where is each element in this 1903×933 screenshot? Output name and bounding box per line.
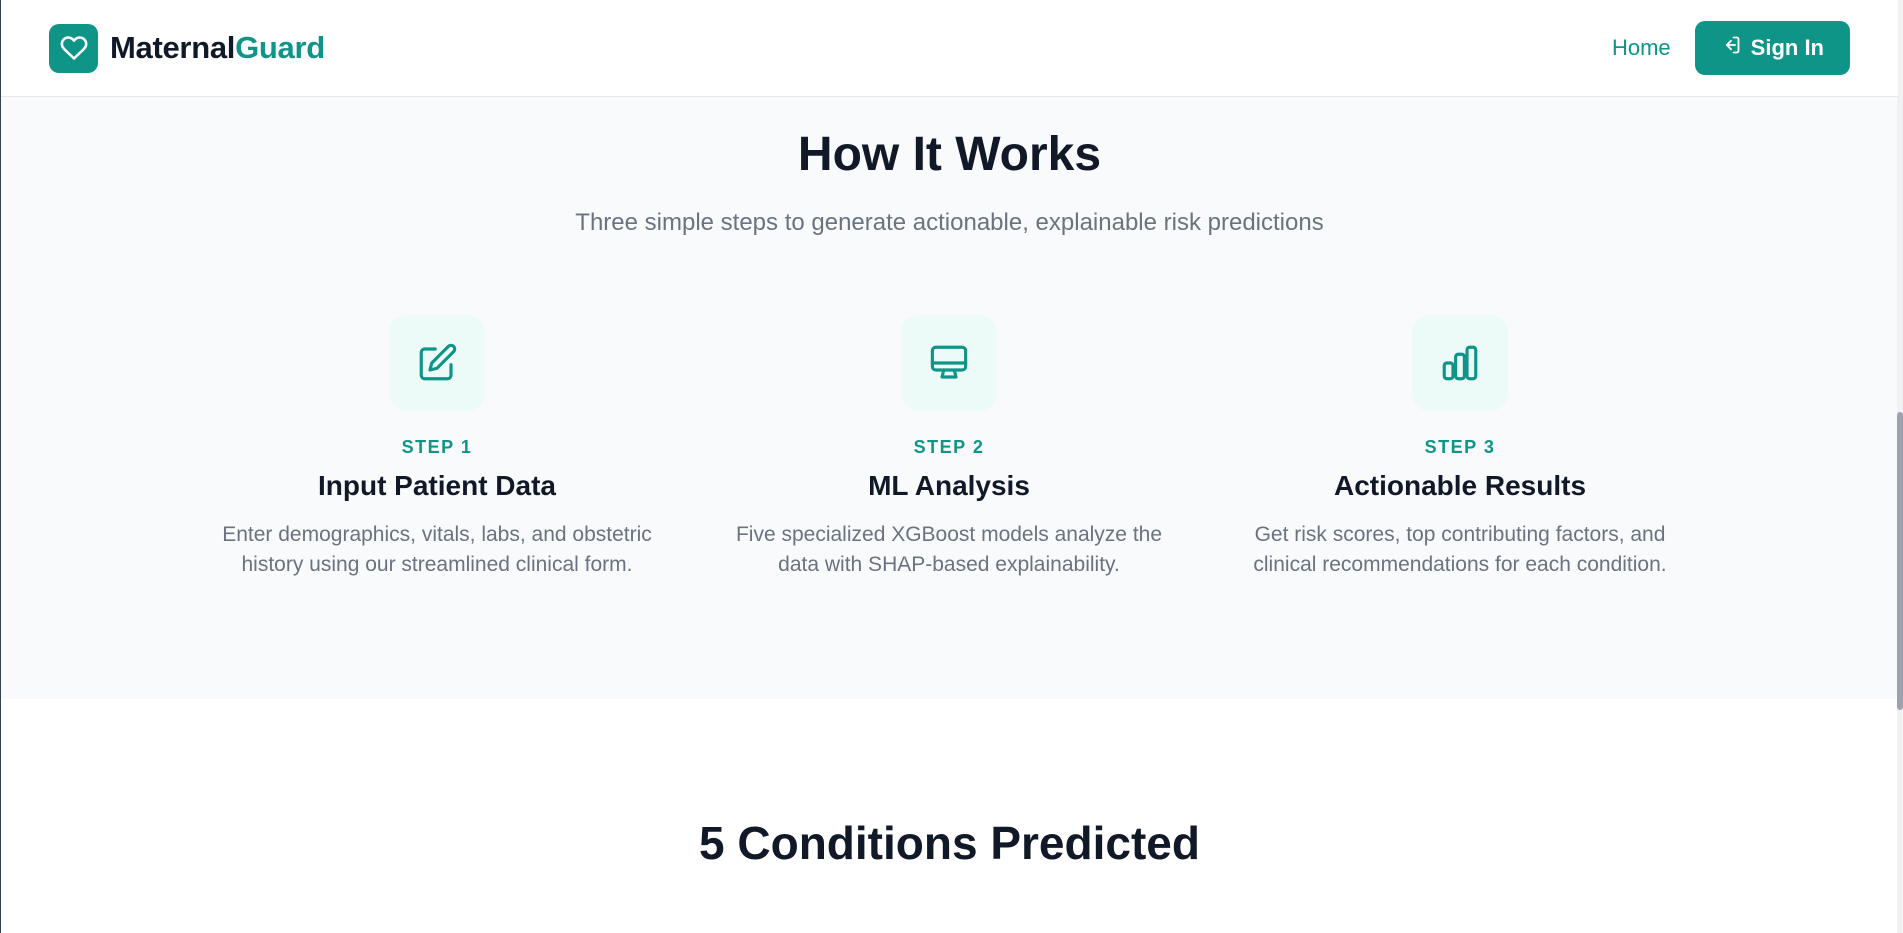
bar-chart-icon — [1412, 315, 1508, 411]
brand-logo[interactable]: MaternalGuard — [49, 23, 325, 73]
conditions-section-title: 5 Conditions Predicted — [699, 817, 1200, 869]
brand-name-part2: Guard — [235, 30, 325, 65]
page-scrollbar[interactable] — [1897, 0, 1903, 933]
step-title: Actionable Results — [1333, 470, 1587, 501]
main-nav: Home Sign In — [1612, 21, 1850, 75]
page: MaternalGuard Home Sign In How It Works … — [0, 0, 1903, 933]
step-description: Get risk scores, top contributing factor… — [1253, 523, 1667, 576]
sign-in-button[interactable]: Sign In — [1694, 21, 1850, 75]
section-title: How It Works — [797, 128, 1102, 181]
step-description: Five specialized XGBoost models analyze … — [735, 523, 1163, 576]
brand-name: MaternalGuard — [110, 30, 325, 66]
step-label: STEP 2 — [913, 437, 985, 457]
section-subtitle: Three simple steps to generate actionabl… — [575, 209, 1324, 236]
step-title: Input Patient Data — [317, 470, 556, 501]
step-label: STEP 3 — [1424, 437, 1496, 457]
step-card-2: STEP 2 ML Analysis Five specialized XGBo… — [709, 315, 1189, 580]
top-navbar: MaternalGuard Home Sign In — [1, 0, 1898, 97]
monitor-icon — [901, 315, 997, 411]
step-card-1: STEP 1 Input Patient Data Enter demograp… — [197, 315, 677, 580]
heart-icon — [49, 23, 98, 73]
nav-home-link[interactable]: Home — [1612, 35, 1671, 61]
edit-icon — [389, 315, 485, 411]
step-label: STEP 1 — [401, 437, 473, 457]
step-description: Enter demographics, vitals, labs, and ob… — [222, 523, 652, 576]
step-title: ML Analysis — [868, 470, 1030, 501]
step-card-3: STEP 3 Actionable Results Get risk score… — [1220, 315, 1700, 580]
how-it-works-section: How It Works Three simple steps to gener… — [1, 97, 1898, 699]
log-in-icon — [1721, 35, 1741, 61]
brand-name-part1: Maternal — [110, 30, 236, 65]
scrollbar-thumb[interactable] — [1897, 412, 1903, 710]
sign-in-label: Sign In — [1750, 35, 1824, 60]
